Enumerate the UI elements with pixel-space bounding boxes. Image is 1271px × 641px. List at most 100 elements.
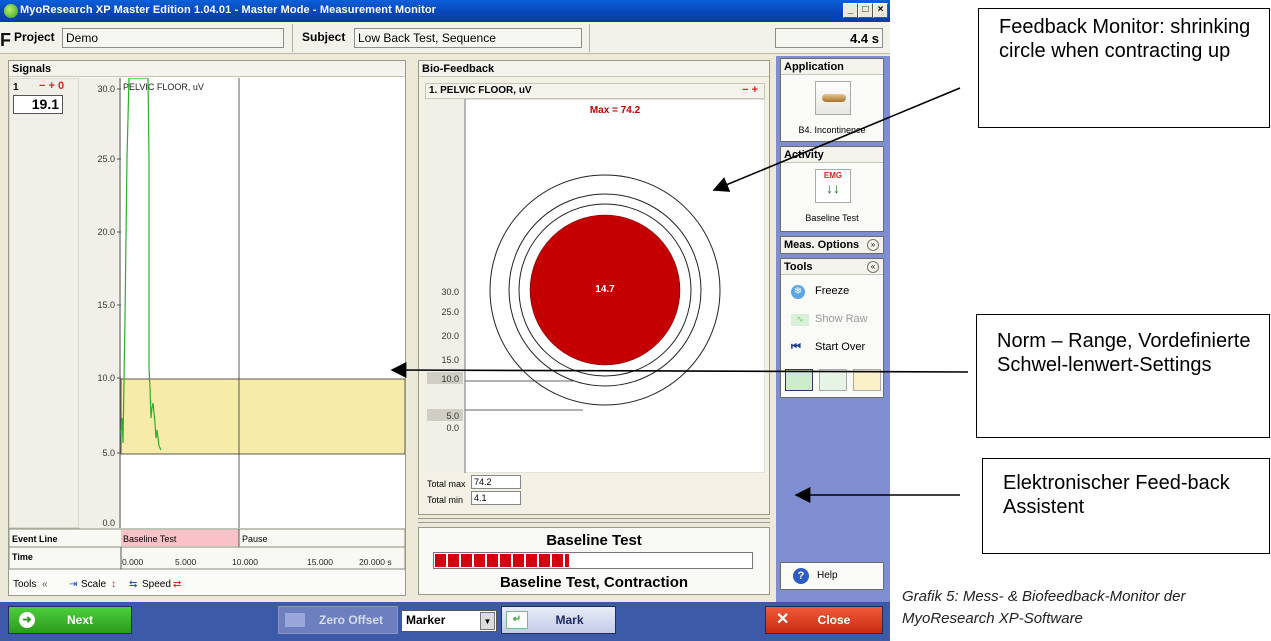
- title-bar: MyoResearch XP Master Edition 1.04.01 - …: [0, 0, 890, 22]
- threshold-upper-value: 10.0: [441, 374, 459, 384]
- bio-y-tick: 25.0: [441, 307, 459, 317]
- project-label: Project: [14, 30, 55, 44]
- bio-scale-controls[interactable]: − +: [742, 84, 758, 96]
- view-bars-icon[interactable]: [785, 369, 813, 391]
- subject-label: Subject: [302, 30, 346, 44]
- maximize-button[interactable]: □: [858, 3, 873, 18]
- biofeedback-display: Max = 74.2 30.0 25.0 20.0 15.0 0.0 10.0 …: [425, 99, 765, 473]
- annotation-assistant: Elektronischer Feed-back Assistent: [982, 458, 1270, 554]
- signal-channel-name: PELVIC FLOOR, uV: [123, 82, 204, 92]
- y-tick: 10.0: [97, 373, 115, 383]
- biofeedback-title: Bio-Feedback: [419, 61, 769, 77]
- raw-signal-icon: ∿: [791, 314, 809, 326]
- scale-updown-icon[interactable]: ↕: [111, 579, 116, 590]
- time-label: Time: [12, 552, 33, 562]
- zero-offset-icon: [285, 613, 305, 627]
- speed-icon[interactable]: ⇆: [129, 579, 137, 590]
- threshold-lower-value: 5.0: [446, 411, 459, 421]
- help-icon: ?: [793, 568, 809, 584]
- scale-icon[interactable]: ⇥: [69, 579, 77, 590]
- scale-label[interactable]: Scale: [81, 579, 106, 590]
- event-label: Baseline Test: [123, 534, 177, 544]
- total-min-label: Total min: [427, 495, 464, 505]
- application-name: B4. Incontinence: [798, 125, 866, 135]
- event-label: Pause: [242, 534, 268, 544]
- freeze-tool[interactable]: ❄ Freeze: [791, 285, 849, 299]
- feedback-circle-value: 14.7: [595, 284, 615, 295]
- bio-y-tick: 0.0: [446, 423, 459, 433]
- emg-icon: EMG: [823, 171, 843, 180]
- double-chevron-left-icon[interactable]: «: [42, 579, 48, 590]
- channel-scale-controls[interactable]: − + 0: [39, 80, 64, 92]
- panel-splitter[interactable]: [418, 518, 770, 523]
- close-icon: ✕: [776, 611, 790, 628]
- x-tick: 20.000 s: [359, 557, 392, 567]
- activity-name: Baseline Test: [805, 213, 859, 223]
- next-button[interactable]: ➜ Next: [8, 606, 132, 634]
- signals-tools-label[interactable]: Tools: [13, 579, 36, 590]
- minimize-button[interactable]: _: [843, 3, 858, 18]
- bio-y-tick: 20.0: [441, 331, 459, 341]
- mark-label: Mark: [555, 613, 584, 627]
- project-field[interactable]: Demo: [62, 28, 284, 48]
- figure-caption: Grafik 5: Mess- & Biofeedback-Monitor de…: [902, 588, 1186, 627]
- marker-select[interactable]: Marker ▼: [401, 610, 497, 632]
- bio-channel-name: 1. PELVIC FLOOR, uV: [429, 85, 532, 96]
- max-label: Max = 74.2: [590, 105, 641, 116]
- speed-adjust-icon[interactable]: ⇄: [173, 579, 181, 590]
- total-min-value: 4.1: [471, 491, 521, 505]
- divider: [292, 24, 293, 52]
- show-raw-tool[interactable]: ∿ Show Raw: [791, 313, 868, 326]
- subject-field[interactable]: Low Back Test, Sequence: [354, 28, 582, 48]
- divider: [589, 24, 590, 52]
- activity-button[interactable]: EMG ↓↓: [815, 169, 851, 203]
- assistant-progress-bar: [433, 552, 753, 569]
- x-tick: 10.000: [232, 557, 258, 567]
- view-lines-icon[interactable]: [819, 369, 847, 391]
- zero-offset-label: Zero Offset: [318, 613, 383, 627]
- zero-offset-button[interactable]: Zero Offset: [278, 606, 398, 634]
- activity-title: Activity: [781, 147, 883, 163]
- channel-number: 1: [13, 82, 19, 93]
- assistant-progress-fill: [435, 554, 569, 567]
- chevron-down-icon[interactable]: ▼: [480, 612, 495, 630]
- mark-icon: ↵: [506, 611, 528, 629]
- view-columns-icon[interactable]: [853, 369, 881, 391]
- y-tick: 15.0: [97, 300, 115, 310]
- view-buttons: [785, 369, 881, 393]
- x-tick: 5.000: [175, 557, 197, 567]
- speed-label[interactable]: Speed: [142, 579, 171, 590]
- snowflake-icon: ❄: [791, 285, 805, 299]
- bio-y-tick: 30.0: [441, 287, 459, 297]
- total-max-value: 74.2: [471, 475, 521, 489]
- tool-label: Show Raw: [815, 313, 868, 325]
- expand-icon[interactable]: »: [867, 239, 879, 251]
- signals-title: Signals: [9, 61, 405, 77]
- down-arrows-icon: ↓↓: [826, 180, 840, 196]
- tools-box: Tools « ❄ Freeze ∿ Show Raw ⏮ Start Over: [780, 258, 884, 398]
- arrow-right-icon: ➜: [19, 612, 35, 628]
- signals-panel: Signals 30.0 25.0 20.0 15.0 10.0 5.0 0.0: [8, 60, 406, 596]
- y-tick: 30.0: [97, 84, 115, 94]
- assistant-title: Baseline Test: [546, 532, 642, 549]
- close-label: Close: [817, 613, 851, 627]
- meas-options-box[interactable]: Meas. Options »: [780, 236, 884, 254]
- tool-label: Freeze: [815, 285, 850, 297]
- help-button[interactable]: ? Help: [780, 562, 884, 590]
- y-tick: 20.0: [97, 227, 115, 237]
- start-over-tool[interactable]: ⏮ Start Over: [791, 341, 865, 354]
- collapse-icon[interactable]: «: [867, 261, 879, 273]
- close-window-button[interactable]: ×: [873, 3, 888, 18]
- elapsed-time: 4.4 s: [775, 28, 883, 48]
- mark-button[interactable]: ↵ Mark: [501, 606, 616, 634]
- feedback-assistant-panel: Baseline Test Baseline Test, Contraction: [418, 527, 770, 595]
- total-max-label: Total max: [427, 479, 466, 489]
- close-button[interactable]: ✕ Close: [765, 606, 883, 634]
- x-tick: 0.000: [122, 557, 144, 567]
- app-window: MyoResearch XP Master Edition 1.04.01 - …: [0, 0, 890, 641]
- event-line-label: Event Line: [12, 534, 58, 544]
- window-title: MyoResearch XP Master Edition 1.04.01 - …: [20, 4, 437, 16]
- rewind-icon: ⏮: [791, 341, 801, 353]
- application-button[interactable]: [815, 81, 851, 115]
- help-label: Help: [817, 570, 838, 581]
